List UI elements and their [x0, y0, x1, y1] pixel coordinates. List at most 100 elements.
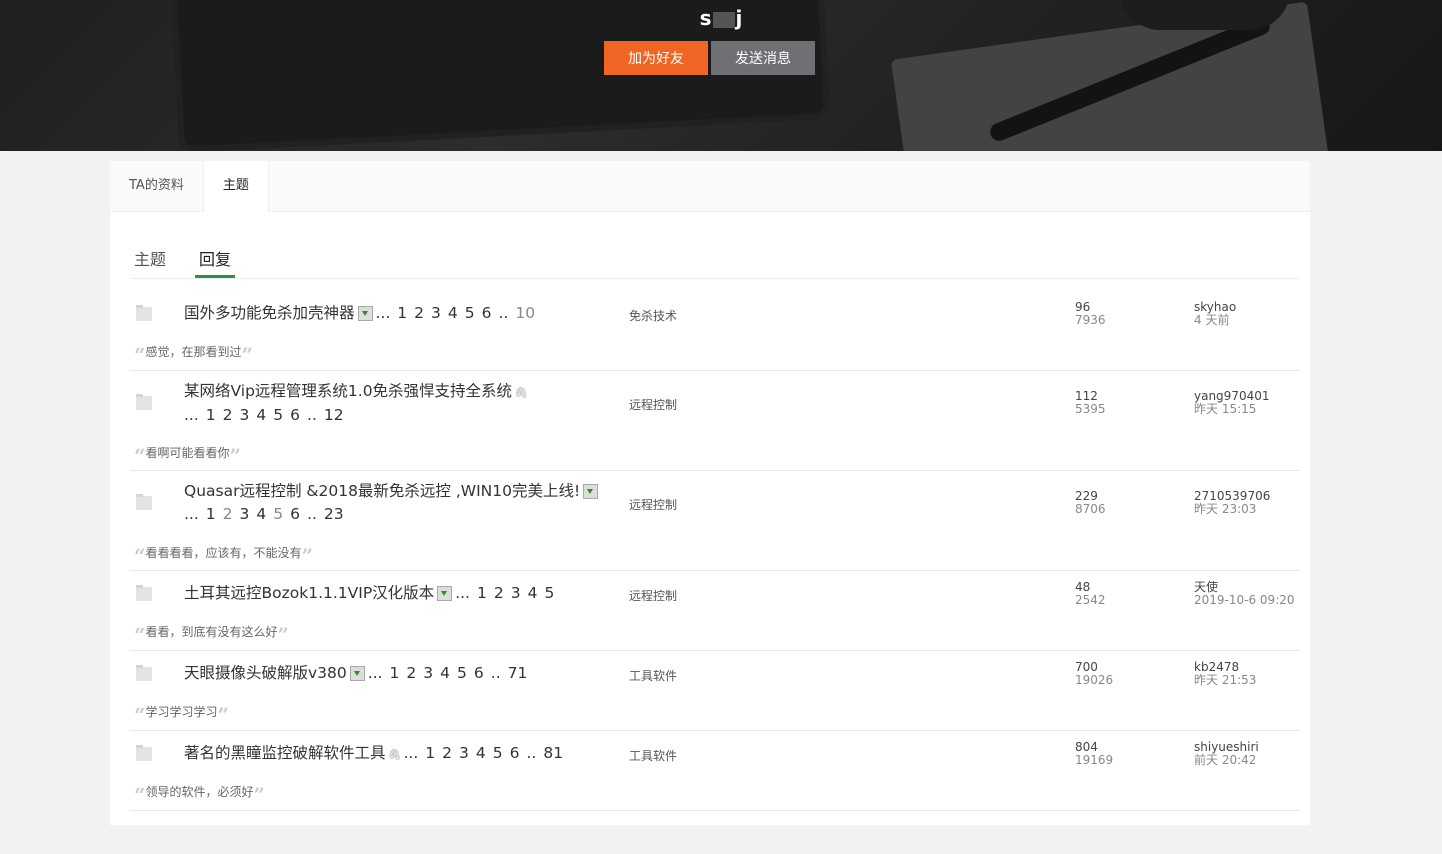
thread-title-link[interactable]: 国外多功能免杀加壳神器: [184, 304, 355, 322]
page-ellipsis: ...: [455, 584, 470, 602]
thread-category-link[interactable]: 远程控制: [629, 587, 677, 604]
folder-icon: [136, 394, 152, 410]
page-link[interactable]: 2: [494, 584, 504, 602]
thread-title-link[interactable]: 某网络Vip远程管理系统1.0免杀强悍支持全系统: [184, 382, 512, 400]
reply-excerpt: “看看看看，应该有，不能没有”: [134, 544, 313, 568]
open-quote-icon: “: [134, 623, 146, 647]
page-link[interactable]: 2: [223, 406, 233, 424]
page-link[interactable]: 5: [273, 406, 283, 424]
page-link[interactable]: 6: [290, 505, 300, 523]
page-link[interactable]: 12: [324, 406, 344, 424]
thread-category-link[interactable]: 远程控制: [629, 496, 677, 513]
tab-threads[interactable]: 主题: [202, 161, 269, 212]
open-quote-icon: “: [134, 783, 146, 807]
page-link[interactable]: 2: [442, 744, 452, 762]
last-post-time: 昨天 15:15: [1194, 402, 1257, 416]
page-link[interactable]: 3: [240, 505, 250, 523]
page-link[interactable]: 81: [543, 744, 563, 762]
thread-row: 某网络Vip远程管理系统1.0免杀强悍支持全系统 🖇... 1 2 3 4 5 6.. 12 远程…: [130, 371, 1300, 471]
page-link[interactable]: 6: [482, 304, 492, 322]
close-quote-icon: ”: [301, 544, 314, 568]
page-link[interactable]: 2: [406, 664, 416, 682]
thread-row: 著名的黑瞳监控破解软件工具 🖇... 1 2 3 4 5 6.. 81 工具软件 804 19169 s…: [130, 731, 1300, 811]
page-link[interactable]: 23: [324, 505, 344, 523]
reply-excerpt-text: 领导的软件，必须好: [145, 785, 254, 799]
page-link[interactable]: 1: [390, 664, 400, 682]
username-end: j: [735, 6, 743, 30]
page-link[interactable]: 1: [397, 304, 407, 322]
page-link[interactable]: 71: [508, 664, 528, 682]
page-link[interactable]: 2: [414, 304, 424, 322]
last-post-time: 2019-10-6 09:20: [1194, 593, 1295, 607]
page-link[interactable]: 3: [459, 744, 469, 762]
thread-title-block: 天眼摄像头破解版v380... 1 2 3 4 5 6.. 71: [184, 662, 624, 685]
last-post-time: 前天 20:42: [1194, 753, 1257, 767]
thread-category-link[interactable]: 远程控制: [629, 396, 677, 413]
last-post-time: 昨天 23:03: [1194, 502, 1257, 516]
thread-category-link[interactable]: 免杀技术: [629, 307, 677, 324]
reply-excerpt: “感觉，在那看到过”: [134, 343, 253, 367]
reply-excerpt-text: 看看看看，应该有，不能没有: [145, 546, 302, 560]
page-link[interactable]: 3: [511, 584, 521, 602]
page-link[interactable]: 2: [223, 505, 233, 523]
page-link[interactable]: 5: [465, 304, 475, 322]
subtab-topics[interactable]: 主题: [130, 246, 170, 278]
thread-stats: 112 5395: [1075, 390, 1106, 416]
thread-title-block: Quasar远程控制 &2018最新免杀远控 ,WIN10完美上线!... 1 2 3…: [184, 480, 624, 526]
username: sj: [0, 4, 1442, 32]
view-count: 19026: [1075, 673, 1114, 687]
last-post-info: yang970401 昨天 15:15: [1194, 390, 1270, 416]
thread-subtabs: 主题 回复: [130, 212, 1300, 279]
page-link[interactable]: 1: [425, 744, 435, 762]
reply-excerpt: “领导的软件，必须好”: [134, 783, 265, 807]
page-link[interactable]: 3: [240, 406, 250, 424]
thread-stats: 229 8706: [1075, 490, 1106, 516]
thread-title-link[interactable]: 天眼摄像头破解版v380: [184, 664, 347, 682]
page-link[interactable]: 4: [256, 505, 266, 523]
page-link[interactable]: 6: [474, 664, 484, 682]
last-post-info: skyhao 4 天前: [1194, 301, 1236, 327]
thread-title-link[interactable]: 土耳其远控Bozok1.1.1VIP汉化版本: [184, 584, 434, 602]
username-redaction: [712, 11, 735, 28]
page-link[interactable]: 5: [273, 505, 283, 523]
page-link[interactable]: 6: [510, 744, 520, 762]
thread-pagination: ... 1 2 3 4 5 6.. 71: [368, 664, 535, 682]
page-link[interactable]: 1: [477, 584, 487, 602]
thread-stats: 700 19026: [1075, 661, 1113, 687]
send-message-button[interactable]: 发送消息: [711, 41, 815, 75]
page-ellipsis: ..: [490, 664, 501, 682]
page-link[interactable]: 1: [206, 505, 216, 523]
view-count: 19169: [1075, 753, 1114, 767]
page-link[interactable]: 5: [457, 664, 467, 682]
paperclip-icon: 🖇: [387, 748, 402, 761]
thread-title-link[interactable]: 著名的黑瞳监控破解软件工具: [184, 744, 386, 762]
page-link[interactable]: 4: [476, 744, 486, 762]
thread-title-link[interactable]: Quasar远程控制 &2018最新免杀远控 ,WIN10完美上线!: [184, 482, 580, 500]
page-link[interactable]: 10: [515, 304, 535, 322]
page-link[interactable]: 4: [528, 584, 538, 602]
last-post-info: 2710539706 昨天 23:03: [1194, 490, 1270, 516]
subtab-replies[interactable]: 回复: [195, 246, 236, 278]
tab-profile-info[interactable]: TA的资料: [110, 161, 203, 211]
thread-category-link[interactable]: 工具软件: [629, 747, 677, 764]
page-link[interactable]: 5: [493, 744, 503, 762]
page-link[interactable]: 1: [206, 406, 216, 424]
folder-icon: [136, 745, 152, 761]
image-attachment-icon: [357, 306, 373, 321]
thread-title-block: 国外多功能免杀加壳神器... 1 2 3 4 5 6.. 10: [184, 302, 624, 325]
page-link[interactable]: 3: [431, 304, 441, 322]
page-ellipsis: ...: [367, 664, 383, 682]
page-link[interactable]: 6: [290, 406, 300, 424]
folder-icon: [136, 494, 152, 510]
last-post-time: 4 天前: [1194, 313, 1230, 327]
page-link[interactable]: 4: [256, 406, 266, 424]
thread-title-block: 某网络Vip远程管理系统1.0免杀强悍支持全系统 🖇... 1 2 3 4 5 6.. 12: [184, 380, 624, 427]
page-link[interactable]: 3: [423, 664, 433, 682]
page-link[interactable]: 5: [544, 584, 554, 602]
page-link[interactable]: 4: [448, 304, 458, 322]
thread-category-link[interactable]: 工具软件: [629, 667, 677, 684]
folder-icon: [136, 585, 152, 601]
thread-pagination: ... 1 2 3 4 5 6.. 12: [184, 406, 351, 424]
page-link[interactable]: 4: [440, 664, 450, 682]
add-friend-button[interactable]: 加为好友: [604, 41, 708, 75]
